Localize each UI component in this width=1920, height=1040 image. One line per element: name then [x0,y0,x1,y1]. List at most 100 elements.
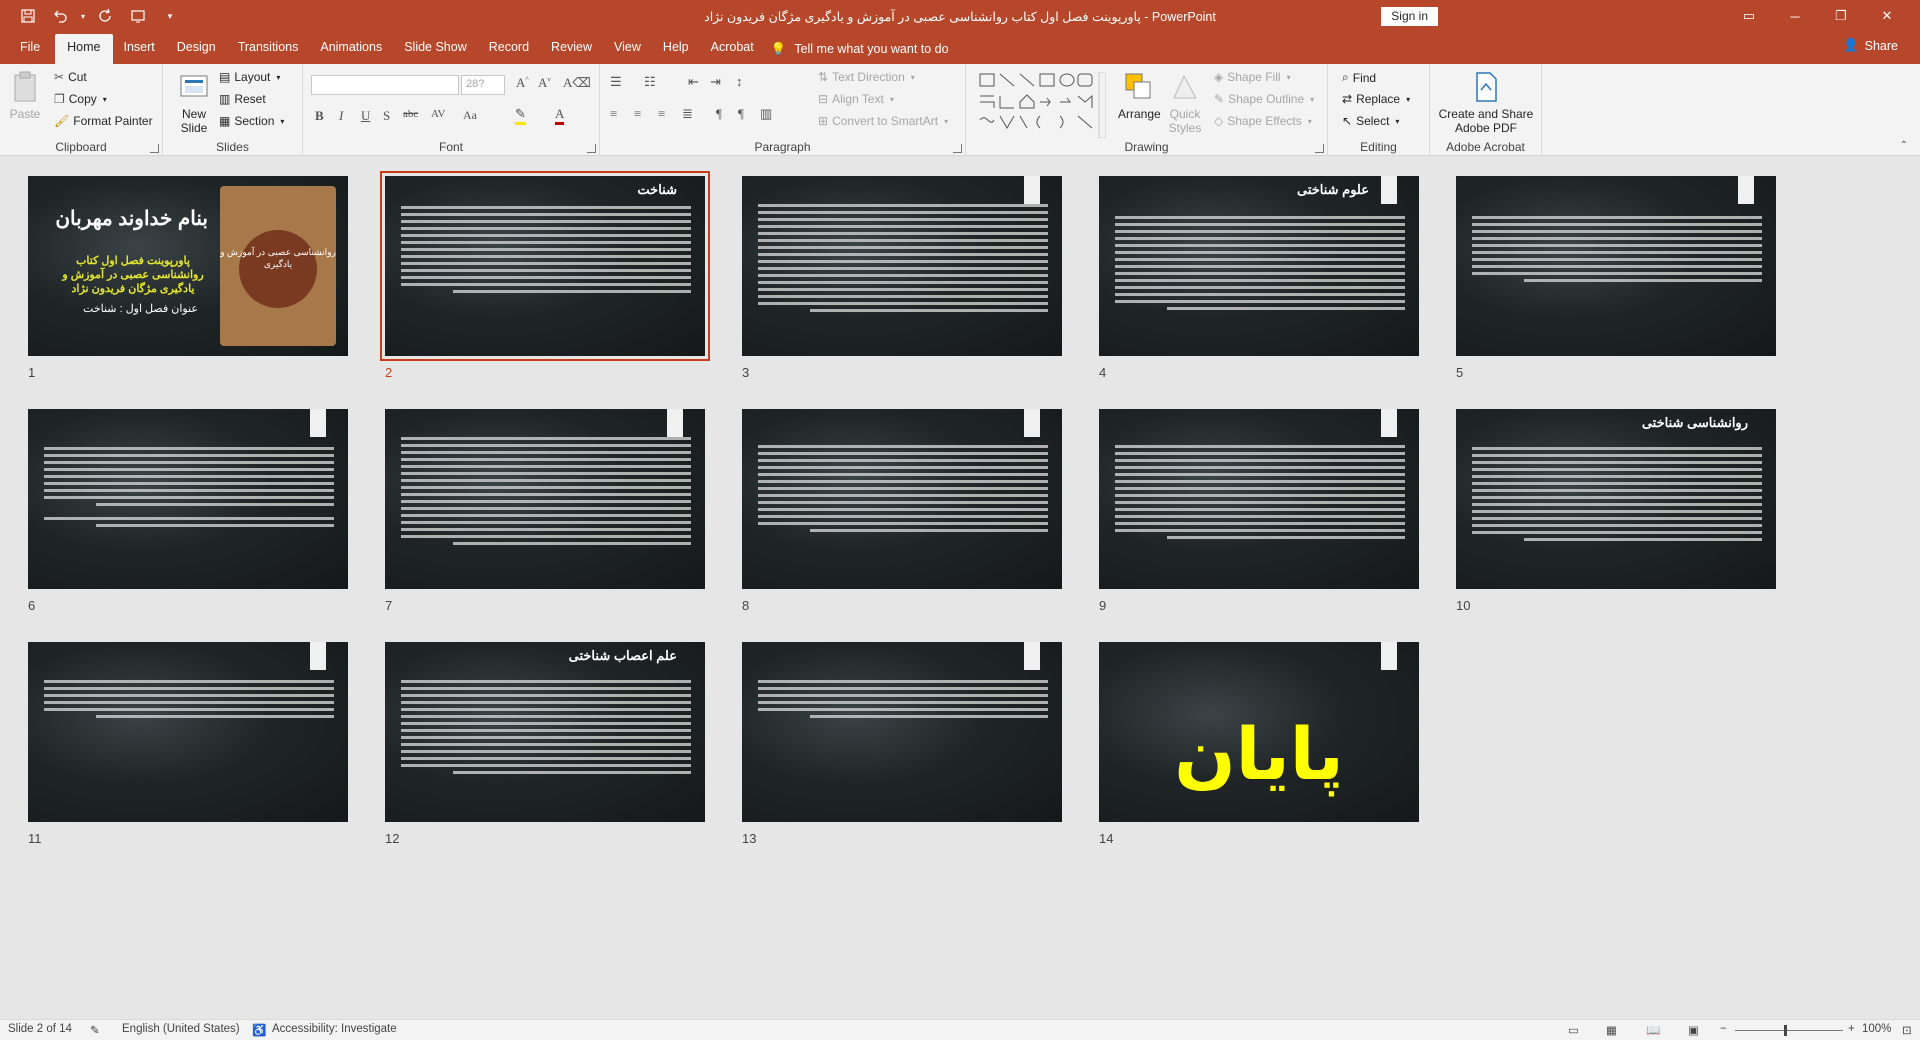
clear-formatting-icon[interactable]: A⌫ [563,75,591,91]
customize-toolbar-icon[interactable]: ▾ [156,2,184,30]
bold-button[interactable]: B [315,108,324,124]
paste-button[interactable]: Paste [8,70,42,121]
tab-animations[interactable]: Animations [309,34,393,64]
tab-file[interactable]: File [9,34,51,64]
slide-thumbnail-11[interactable] [28,642,348,822]
create-share-pdf-button[interactable]: Create and Share Adobe PDF [1438,70,1534,135]
redo-icon[interactable] [92,2,120,30]
ribbon-display-icon[interactable]: ▭ [1726,0,1772,32]
normal-view-icon[interactable]: ▭ [1568,1023,1579,1037]
shape-fill-button[interactable]: ◈ Shape Fill ▾ [1214,70,1291,84]
undo-dropdown-icon[interactable]: ▾ [78,2,88,30]
bullets-icon[interactable]: ☰ [610,74,622,90]
decrease-indent-icon[interactable]: ⇤ [688,74,699,90]
tab-slide-show[interactable]: Slide Show [393,34,478,64]
underline-button[interactable]: U [361,108,370,124]
convert-smartart-button[interactable]: ⊞ Convert to SmartArt ▾ [818,114,948,128]
shape-effects-button[interactable]: ◇ Shape Effects ▾ [1214,114,1312,128]
slide-thumbnail-2[interactable]: شناخت [380,171,710,361]
arrange-button[interactable]: Arrange [1118,70,1161,121]
zoom-slider[interactable] [1735,1030,1843,1031]
text-direction-rtl-icon[interactable]: ¶ [716,106,722,122]
font-size-input[interactable]: 28? [461,75,505,95]
cut-button[interactable]: ✂ Cut [54,70,87,84]
zoom-slider-thumb[interactable] [1784,1025,1787,1036]
share-button[interactable]: 👤 Share [1843,38,1898,53]
sign-in-button[interactable]: Sign in [1381,7,1438,26]
line-spacing-icon[interactable]: ↕ [736,74,743,90]
shape-outline-button[interactable]: ✎ Shape Outline ▾ [1214,92,1314,106]
reading-view-icon[interactable]: 📖 [1646,1023,1660,1037]
reset-button[interactable]: ▥ Reset [219,92,266,106]
font-name-input[interactable] [311,75,459,95]
tab-record[interactable]: Record [478,34,540,64]
text-shadow-button[interactable]: S [383,108,390,124]
tab-home[interactable]: Home [55,34,113,64]
justify-icon[interactable]: ≣ [682,106,693,122]
slide-thumbnail-6[interactable] [28,409,348,589]
align-left-icon[interactable]: ≡ [610,106,617,122]
tab-design[interactable]: Design [166,34,227,64]
increase-font-icon[interactable]: A^ [516,75,529,91]
slide-thumbnail-9[interactable] [1099,409,1419,589]
fit-to-window-icon[interactable]: ⊡ [1902,1023,1912,1037]
shapes-gallery[interactable] [978,72,1106,138]
select-button[interactable]: ↖ Select ▾ [1342,114,1399,128]
layout-button[interactable]: ▤ Layout ▾ [219,70,280,84]
drawing-launcher-icon[interactable] [1315,144,1324,153]
slide-thumbnail-1[interactable]: بنام خداوند مهربان پاورپوینت فصل اول کتا… [28,176,348,356]
copy-button[interactable]: ❐ Copy ▾ [54,92,107,106]
slideshow-view-icon[interactable]: ▣ [1688,1023,1699,1037]
increase-indent-icon[interactable]: ⇥ [710,74,721,90]
align-right-icon[interactable]: ≡ [658,106,665,122]
quick-styles-button[interactable]: Quick Styles [1168,70,1202,135]
slide-thumbnail-4[interactable]: علوم شناختی [1099,176,1419,356]
text-direction-ltr-icon[interactable]: ¶ [738,106,744,122]
tell-me-search[interactable]: 💡 Tell me what you want to do [771,34,949,64]
slide-thumbnail-10[interactable]: روانشناسی شناختی [1456,409,1776,589]
collapse-ribbon-icon[interactable]: ⌃ [1900,140,1908,151]
italic-button[interactable]: I [339,108,343,124]
character-spacing-button[interactable]: AV [431,108,445,120]
restore-icon[interactable]: ❐ [1818,0,1864,32]
slide-thumbnail-14[interactable]: پایان [1099,642,1419,822]
slide-thumbnail-3[interactable] [742,176,1062,356]
font-launcher-icon[interactable] [587,144,596,153]
change-case-button[interactable]: Aa [463,108,477,123]
tab-view[interactable]: View [603,34,652,64]
zoom-in-icon[interactable]: + [1848,1023,1855,1035]
slide-thumbnail-13[interactable] [742,642,1062,822]
highlight-icon[interactable]: ✎ [515,106,526,125]
section-button[interactable]: ▦ Section ▾ [219,114,284,128]
slide-sorter-view-icon[interactable]: ▦ [1606,1023,1617,1037]
save-icon[interactable] [14,2,42,30]
minimize-icon[interactable]: ─ [1772,0,1818,32]
tab-insert[interactable]: Insert [113,34,166,64]
numbering-icon[interactable]: ☷ [644,74,656,90]
language-indicator[interactable]: English (United States) [122,1023,240,1035]
slide-thumbnail-8[interactable] [742,409,1062,589]
tab-help[interactable]: Help [652,34,700,64]
decrease-font-icon[interactable]: Av [538,75,551,91]
columns-icon[interactable]: ▥ [760,106,772,122]
zoom-out-icon[interactable]: − [1720,1023,1727,1035]
replace-button[interactable]: ⇄ Replace ▾ [1342,92,1410,106]
text-direction-button[interactable]: ⇅ Text Direction ▾ [818,70,915,84]
zoom-level[interactable]: 100% [1862,1023,1891,1035]
slide-thumbnail-7[interactable] [385,409,705,589]
tab-transitions[interactable]: Transitions [227,34,310,64]
font-color-icon[interactable]: A [555,106,565,125]
tab-review[interactable]: Review [540,34,603,64]
find-button[interactable]: ⌕ Find [1342,70,1376,85]
align-center-icon[interactable]: ≡ [634,106,641,122]
format-painter-button[interactable]: 🖌 Format Painter [54,114,153,128]
paragraph-launcher-icon[interactable] [953,144,962,153]
close-icon[interactable]: ✕ [1864,0,1910,32]
align-text-button[interactable]: ⊟ Align Text ▾ [818,92,894,106]
accessibility-status[interactable]: Accessibility: Investigate [272,1023,397,1035]
notes-check-icon[interactable]: ✎ [90,1023,100,1037]
undo-icon[interactable] [46,2,74,30]
clipboard-launcher-icon[interactable] [150,144,159,153]
strikethrough-button[interactable]: abc [403,108,418,120]
tab-acrobat[interactable]: Acrobat [700,34,765,64]
